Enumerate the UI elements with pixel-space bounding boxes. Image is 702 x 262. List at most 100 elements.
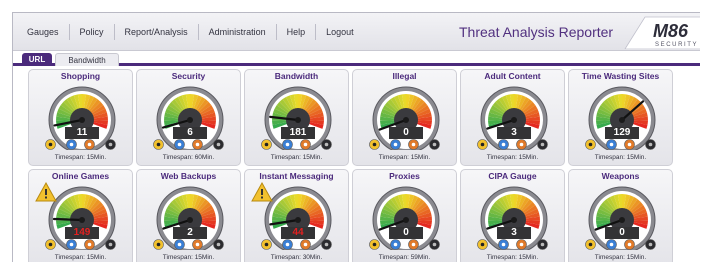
gauge-card[interactable]: Web Backups 2 Timespan: 15Min. bbox=[136, 169, 241, 262]
chart-icon[interactable] bbox=[390, 239, 401, 250]
chart-icon[interactable] bbox=[606, 239, 617, 250]
color-icon[interactable] bbox=[624, 139, 635, 150]
gauge-needle-cap bbox=[619, 117, 625, 123]
drilldown-icon[interactable] bbox=[261, 139, 272, 150]
gauge-card[interactable]: CIPA Gauge 3 Timespan: 15Min. bbox=[460, 169, 565, 262]
power-icon[interactable] bbox=[105, 139, 116, 150]
nav-administration[interactable]: Administration bbox=[199, 24, 277, 40]
color-icon[interactable] bbox=[408, 239, 419, 250]
color-icon[interactable] bbox=[84, 239, 95, 250]
drilldown-icon[interactable] bbox=[45, 139, 56, 150]
color-icon[interactable] bbox=[516, 139, 527, 150]
m86-security-logo: M86 SECURITY bbox=[624, 16, 700, 49]
drilldown-icon[interactable] bbox=[153, 139, 164, 150]
gauge-value: 11 bbox=[65, 127, 99, 139]
drilldown-icon[interactable] bbox=[369, 139, 380, 150]
tab-bandwidth[interactable]: Bandwidth bbox=[55, 53, 119, 66]
nav-policy[interactable]: Policy bbox=[70, 24, 115, 40]
gauge-value: 3 bbox=[497, 227, 531, 239]
chart-icon[interactable] bbox=[174, 139, 185, 150]
color-icon[interactable] bbox=[300, 139, 311, 150]
nav-gauges[interactable]: Gauges bbox=[17, 24, 70, 40]
gauge-timespan: Timespan: 15Min. bbox=[54, 154, 107, 161]
gauge-card[interactable]: Adult Content 3 Timespan: 15Min. bbox=[460, 69, 565, 166]
gauge-card[interactable]: Security 6 Timespan: 60Min. bbox=[136, 69, 241, 166]
color-icon[interactable] bbox=[624, 239, 635, 250]
drilldown-icon[interactable] bbox=[585, 239, 596, 250]
power-icon[interactable] bbox=[213, 239, 224, 250]
drilldown-icon[interactable] bbox=[153, 239, 164, 250]
power-icon[interactable] bbox=[429, 139, 440, 150]
gauge-needle bbox=[52, 217, 84, 222]
gauge-needle-cap bbox=[619, 217, 625, 223]
color-icon[interactable] bbox=[192, 139, 203, 150]
chart-icon[interactable] bbox=[282, 139, 293, 150]
power-icon[interactable] bbox=[645, 139, 656, 150]
nav-logout[interactable]: Logout bbox=[316, 24, 364, 40]
gauge-needle-cap bbox=[511, 117, 517, 123]
color-icon[interactable] bbox=[300, 239, 311, 250]
chart-icon[interactable] bbox=[174, 239, 185, 250]
gauge-value: 0 bbox=[389, 227, 423, 239]
warning-icon bbox=[251, 182, 273, 202]
color-icon[interactable] bbox=[84, 139, 95, 150]
color-icon[interactable] bbox=[516, 239, 527, 250]
gauge-value: 3 bbox=[497, 127, 531, 139]
chart-icon[interactable] bbox=[390, 139, 401, 150]
chart-icon[interactable] bbox=[282, 239, 293, 250]
drilldown-icon[interactable] bbox=[369, 239, 380, 250]
drilldown-icon[interactable] bbox=[585, 139, 596, 150]
logo-wordmark: M86 bbox=[653, 21, 689, 41]
color-icon[interactable] bbox=[192, 239, 203, 250]
chart-icon[interactable] bbox=[498, 139, 509, 150]
gauge-card[interactable]: Time Wasting Sites 129 Timespan: 15Min. bbox=[568, 69, 673, 166]
view-tabs: URL Bandwidth bbox=[13, 52, 700, 66]
chart-icon[interactable] bbox=[66, 239, 77, 250]
gauge-card[interactable]: Shopping 11 Timespan: 15Min. bbox=[28, 69, 133, 166]
drilldown-icon[interactable] bbox=[477, 139, 488, 150]
gauge-value: 181 bbox=[281, 127, 315, 139]
power-icon[interactable] bbox=[429, 239, 440, 250]
power-icon[interactable] bbox=[645, 239, 656, 250]
gauge-needle-cap bbox=[295, 117, 301, 123]
gauge-needle-cap bbox=[187, 217, 193, 223]
gauge-needle-cap bbox=[295, 217, 301, 223]
nav-help[interactable]: Help bbox=[277, 24, 317, 40]
gauge-card[interactable]: Weapons 0 Timespan: 15Min. bbox=[568, 169, 673, 262]
power-icon[interactable] bbox=[105, 239, 116, 250]
gauge-timespan: Timespan: 60Min. bbox=[162, 154, 215, 161]
gauge-needle-cap bbox=[403, 217, 409, 223]
chart-icon[interactable] bbox=[66, 139, 77, 150]
gauge-needle-cap bbox=[187, 117, 193, 123]
gauge-needle-cap bbox=[79, 217, 85, 223]
gauge-needle-cap bbox=[79, 117, 85, 123]
gauge-timespan: Timespan: 30Min. bbox=[270, 254, 323, 261]
gauge-timespan: Timespan: 59Min. bbox=[378, 254, 431, 261]
gauge-grid: Shopping 11 Timespan: 15Min. Security 6 Times… bbox=[13, 69, 700, 262]
drilldown-icon[interactable] bbox=[477, 239, 488, 250]
power-icon[interactable] bbox=[537, 239, 548, 250]
gauge-needle-cap bbox=[511, 217, 517, 223]
warning-icon bbox=[35, 182, 57, 202]
power-icon[interactable] bbox=[321, 139, 332, 150]
power-icon[interactable] bbox=[321, 239, 332, 250]
power-icon[interactable] bbox=[537, 139, 548, 150]
top-navigation-bar: Gauges Policy Report/Analysis Administra… bbox=[13, 13, 700, 51]
gauge-timespan: Timespan: 15Min. bbox=[270, 154, 323, 161]
chart-icon[interactable] bbox=[498, 239, 509, 250]
gauge-value: 129 bbox=[605, 127, 639, 139]
gauge-value: 0 bbox=[605, 227, 639, 239]
gauge-card[interactable]: Instant Messaging 44 Timespan: 30Min. bbox=[244, 169, 349, 262]
drilldown-icon[interactable] bbox=[261, 239, 272, 250]
gauge-card[interactable]: Bandwidth 181 Timespan: 15Min. bbox=[244, 69, 349, 166]
tab-url[interactable]: URL bbox=[22, 53, 52, 66]
gauge-value: 2 bbox=[173, 227, 207, 239]
nav-report-analysis[interactable]: Report/Analysis bbox=[115, 24, 199, 40]
chart-icon[interactable] bbox=[606, 139, 617, 150]
gauge-card[interactable]: Illegal 0 Timespan: 15Min. bbox=[352, 69, 457, 166]
color-icon[interactable] bbox=[408, 139, 419, 150]
gauge-card[interactable]: Online Games 149 Timespan: 15Min. bbox=[28, 169, 133, 262]
gauge-card[interactable]: Proxies 0 Timespan: 59Min. bbox=[352, 169, 457, 262]
power-icon[interactable] bbox=[213, 139, 224, 150]
drilldown-icon[interactable] bbox=[45, 239, 56, 250]
